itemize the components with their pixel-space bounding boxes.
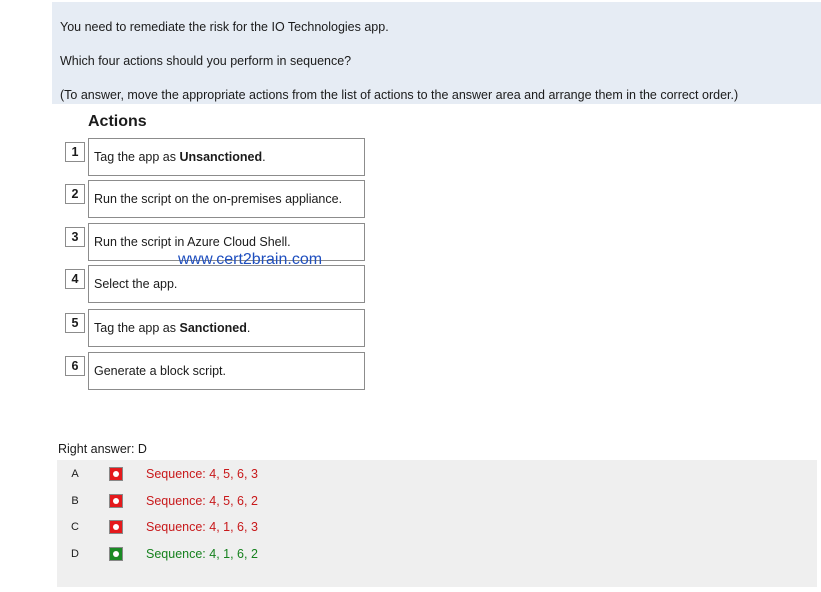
action-label: Tag the app as Sanctioned. [94, 321, 251, 335]
option-letter: B [71, 495, 79, 507]
wrong-answer-icon [109, 467, 123, 481]
answer-option-c[interactable]: C Sequence: 4, 1, 6, 3 [57, 514, 817, 540]
answer-option-b[interactable]: B Sequence: 4, 5, 6, 2 [57, 488, 817, 514]
action-box[interactable]: Generate a block script. [88, 352, 365, 390]
action-item[interactable]: 2 Run the script on the on-premises appl… [65, 180, 365, 218]
action-box[interactable]: Select the app. [88, 265, 365, 303]
action-box[interactable]: Run the script on the on-premises applia… [88, 180, 365, 218]
question-hint: (To answer, move the appropriate actions… [60, 88, 739, 102]
wrong-answer-icon [109, 520, 123, 534]
right-answer-label: Right answer: D [58, 442, 147, 456]
option-text: Sequence: 4, 1, 6, 2 [146, 547, 258, 561]
action-number: 2 [65, 184, 85, 204]
action-number: 1 [65, 142, 85, 162]
answer-options: A Sequence: 4, 5, 6, 3 B Sequence: 4, 5,… [57, 460, 817, 587]
action-number: 6 [65, 356, 85, 376]
correct-answer-icon [109, 547, 123, 561]
action-number: 5 [65, 313, 85, 333]
question-instruction: Which four actions should you perform in… [60, 54, 352, 68]
option-letter: A [71, 468, 79, 480]
option-letter: D [71, 548, 79, 560]
option-text: Sequence: 4, 5, 6, 2 [146, 494, 258, 508]
action-label: Run the script in Azure Cloud Shell. [94, 235, 291, 249]
action-label: Generate a block script. [94, 364, 227, 378]
option-letter: C [71, 521, 79, 533]
action-label: Run the script on the on-premises applia… [94, 192, 343, 206]
action-label: Select the app. [94, 277, 178, 291]
action-item[interactable]: 5 Tag the app as Sanctioned. [65, 309, 365, 347]
action-item[interactable]: 4 Select the app. [65, 265, 365, 303]
question-text: You need to remediate the risk for the I… [60, 20, 389, 34]
option-text: Sequence: 4, 5, 6, 3 [146, 467, 258, 481]
question-panel: You need to remediate the risk for the I… [52, 2, 821, 104]
watermark-text: www.cert2brain.com [178, 251, 323, 268]
action-number: 4 [65, 269, 85, 289]
wrong-answer-icon [109, 494, 123, 508]
option-text: Sequence: 4, 1, 6, 3 [146, 520, 258, 534]
action-number: 3 [65, 227, 85, 247]
answer-option-a[interactable]: A Sequence: 4, 5, 6, 3 [57, 461, 817, 487]
action-item[interactable]: 1 Tag the app as Unsanctioned. [65, 138, 365, 176]
action-label: Tag the app as Unsanctioned. [94, 150, 266, 164]
action-box[interactable]: Tag the app as Unsanctioned. [88, 138, 365, 176]
actions-heading: Actions [88, 113, 147, 130]
answer-option-d[interactable]: D Sequence: 4, 1, 6, 2 [57, 541, 817, 567]
action-box[interactable]: Tag the app as Sanctioned. [88, 309, 365, 347]
action-item[interactable]: 6 Generate a block script. [65, 352, 365, 390]
